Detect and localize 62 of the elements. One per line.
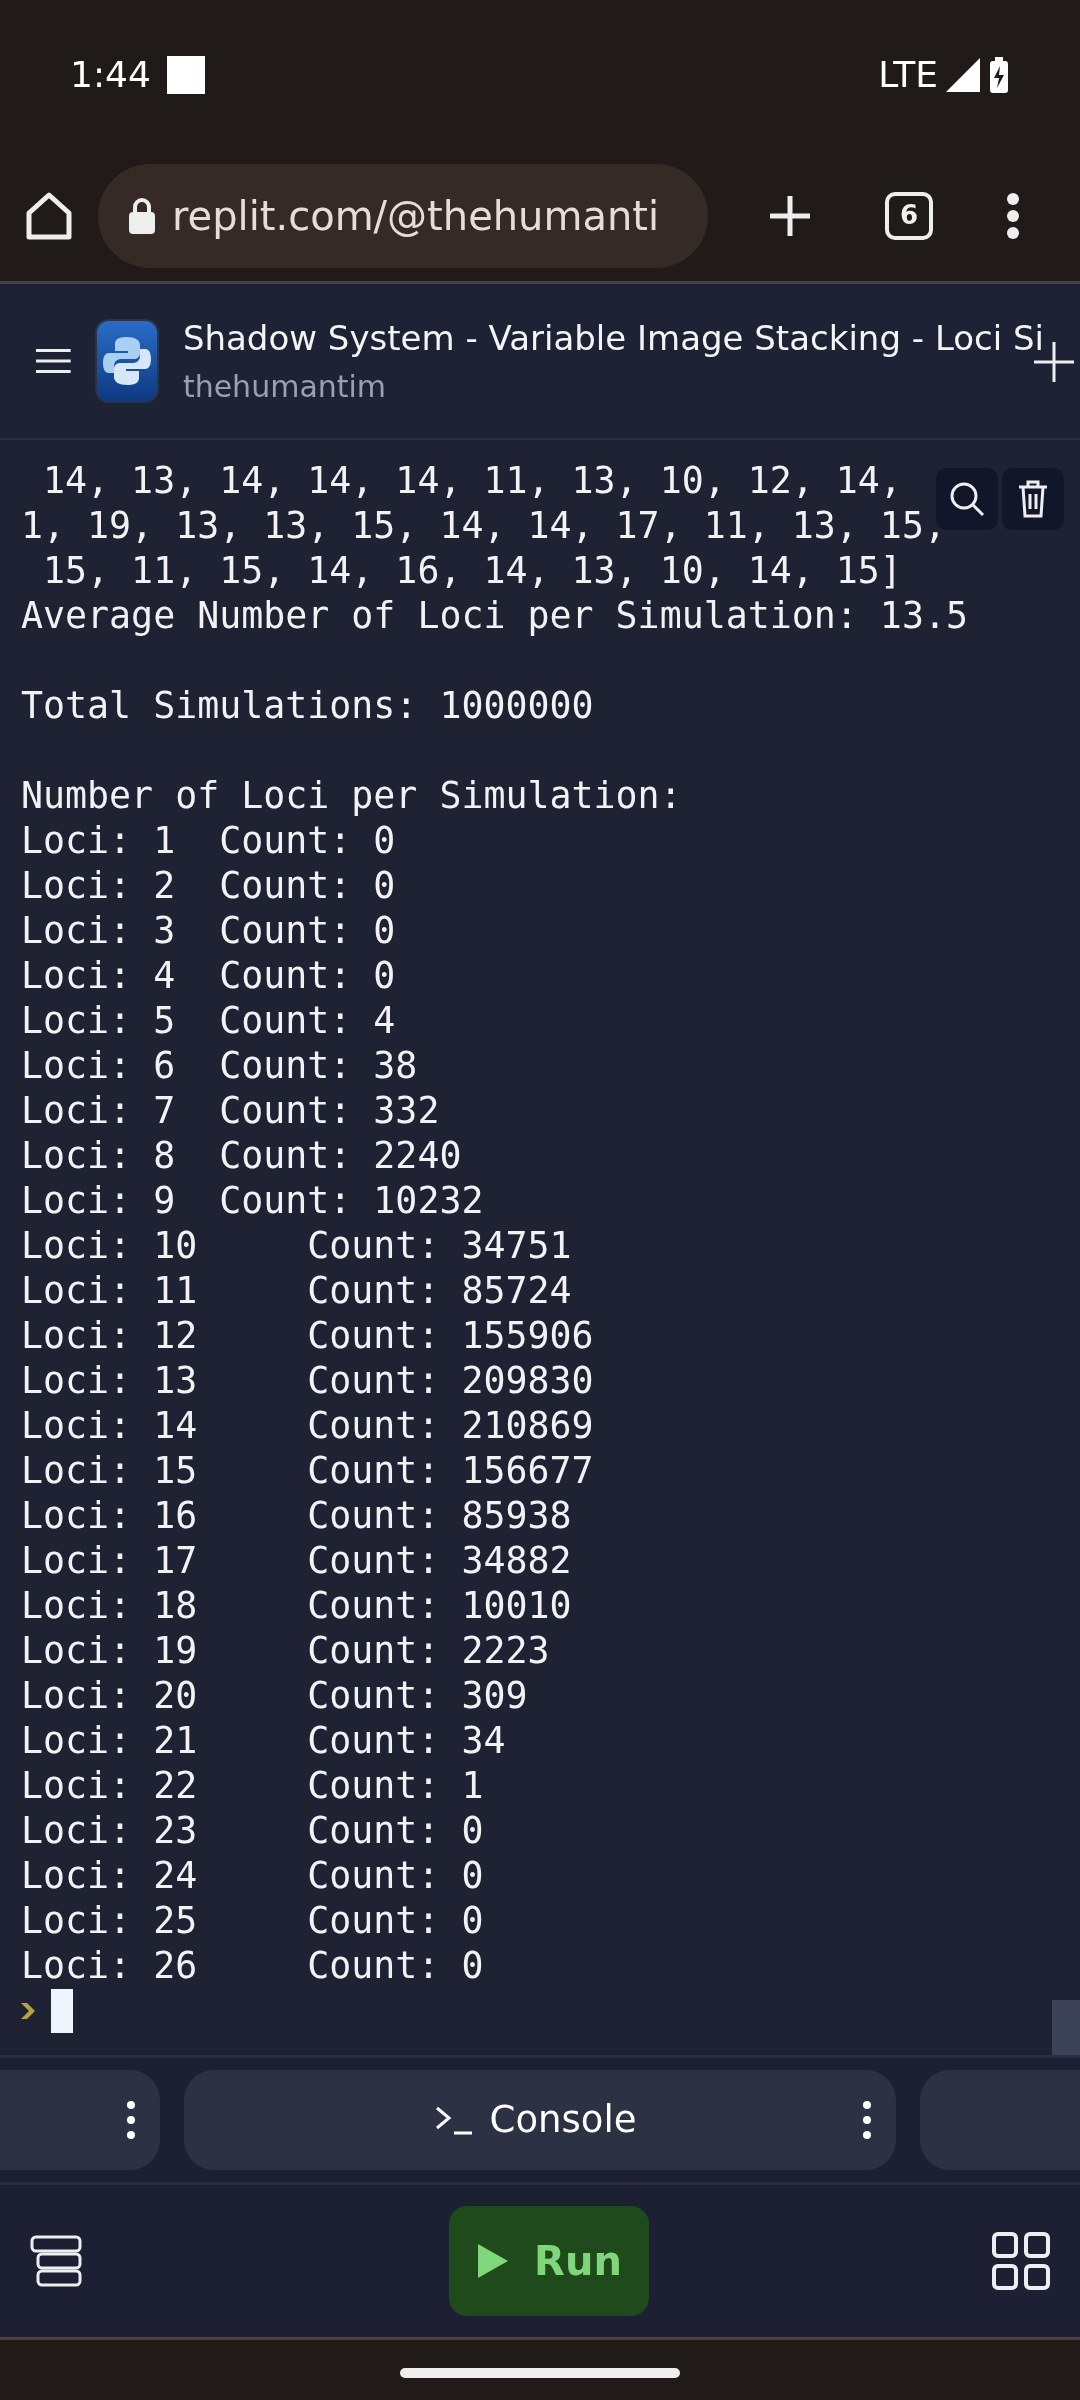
battery-icon <box>988 57 1010 93</box>
console-line: Loci: 26 Count: 0 <box>21 1943 484 1988</box>
console-line: Loci: 25 Count: 0 <box>21 1898 484 1943</box>
console-line: 15, 11, 15, 14, 16, 14, 13, 10, 14, 15] <box>42 548 902 593</box>
console-line: Loci: 7 Count: 332 <box>21 1088 440 1133</box>
notification-icon <box>166 56 205 94</box>
trash-icon <box>1017 480 1049 518</box>
console-line: Loci: 15 Count: 156677 <box>21 1448 594 1493</box>
console-line: Loci: 11 Count: 85724 <box>21 1268 572 1313</box>
console-line: Loci: 16 Count: 85938 <box>21 1493 572 1538</box>
console-line: Loci: 6 Count: 38 <box>21 1043 418 1088</box>
tab-count[interactable]: 6 <box>885 191 933 240</box>
console-line: Loci: 5 Count: 4 <box>21 998 396 1043</box>
network-type: LTE <box>878 53 938 97</box>
console-line: Loci: 12 Count: 155906 <box>21 1313 594 1358</box>
console-line: Loci: 8 Count: 2240 <box>21 1133 462 1178</box>
project-title: Shadow System - Variable Image Stacking - Loci Si <box>182 317 1044 360</box>
more-icon <box>126 2100 136 2140</box>
scrollbar-thumb[interactable] <box>1052 2000 1080 2055</box>
console-line: Loci: 24 Count: 0 <box>21 1853 484 1898</box>
project-owner: thehumantim <box>182 368 388 406</box>
console-line: Loci: 13 Count: 209830 <box>21 1358 594 1403</box>
console-line: Loci: 20 Count: 309 <box>21 1673 528 1718</box>
layers-icon[interactable] <box>30 2235 82 2287</box>
status-time: 1:44 <box>70 53 151 97</box>
console-line: Total Simulations: 1000000 <box>21 683 594 728</box>
grid-icon[interactable] <box>992 2232 1050 2290</box>
console-line: Loci: 23 Count: 0 <box>21 1808 484 1853</box>
console-line: Loci: 1 Count: 0 <box>21 818 396 863</box>
console-line: Loci: 19 Count: 2223 <box>21 1628 550 1673</box>
pane-tab[interactable]: Console <box>184 2070 896 2170</box>
console-line: Loci: 4 Count: 0 <box>21 953 396 998</box>
home-indicator[interactable] <box>400 2367 680 2378</box>
clear-button[interactable] <box>1002 468 1064 530</box>
console-line: Average Number of Loci per Simulation: 13.5 <box>21 593 968 638</box>
signal-icon <box>946 58 980 92</box>
console-line: Loci: 14 Count: 210869 <box>21 1403 594 1448</box>
text-cursor <box>51 1988 73 2033</box>
url-text: replit.com/@thehumanti <box>172 191 660 241</box>
more-icon[interactable] <box>1005 192 1020 239</box>
more-icon <box>862 2100 872 2140</box>
console-line: Number of Loci per Simulation: <box>21 773 682 818</box>
console-line: Loci: 21 Count: 34 <box>21 1718 506 1763</box>
prompt-icon <box>21 2002 35 2019</box>
terminal-icon <box>433 2105 474 2135</box>
console-line: Loci: 22 Count: 1 <box>21 1763 484 1808</box>
run-button[interactable]: Run <box>449 2206 649 2316</box>
search-icon <box>949 481 985 517</box>
snake-drawing <box>100 335 153 387</box>
home-icon[interactable] <box>24 190 74 241</box>
lock-icon <box>128 197 156 234</box>
console-line: Loci: 18 Count: 10010 <box>21 1583 572 1628</box>
console-line: 14, 13, 14, 14, 14, 11, 13, 10, 12, 14, <box>42 458 902 503</box>
console-line: Loci: 2 Count: 0 <box>21 863 396 908</box>
console-line: Loci: 9 Count: 10232 <box>21 1178 484 1223</box>
console-line: Loci: 10 Count: 34751 <box>21 1223 572 1268</box>
console-line: Loci: 3 Count: 0 <box>21 908 396 953</box>
plus-icon[interactable] <box>768 193 813 238</box>
console-line: Loci: 17 Count: 34882 <box>21 1538 572 1583</box>
search-button[interactable] <box>936 468 998 530</box>
console-line: 1, 19, 13, 13, 15, 14, 14, 17, 11, 13, 15, <box>21 503 946 548</box>
address-bar[interactable]: replit.com/@thehumanti <box>98 163 708 268</box>
